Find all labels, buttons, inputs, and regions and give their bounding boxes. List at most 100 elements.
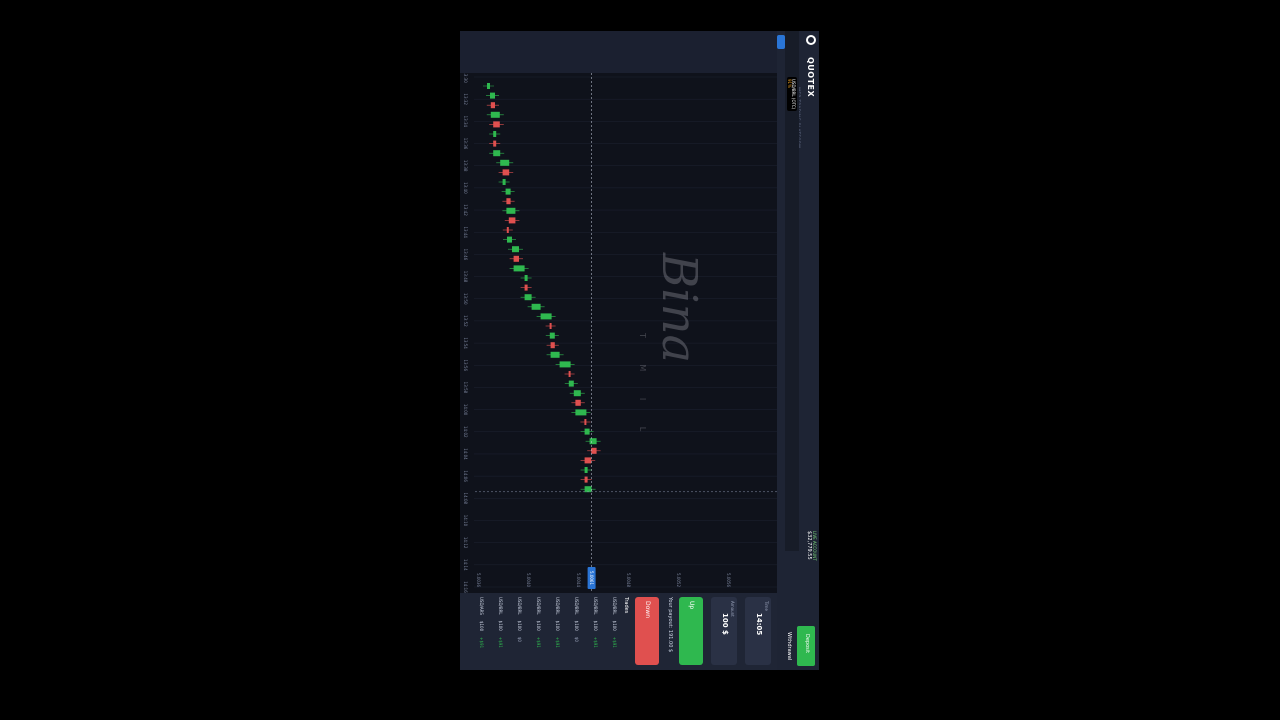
asset-tab[interactable]: USD/BRL (OTC) 91% [787, 77, 797, 111]
candle-body [493, 140, 497, 147]
down-label: Down [644, 601, 651, 619]
trade-row[interactable]: USD/BRL $100 $0 [517, 597, 522, 665]
trade-amount: $100 [574, 620, 579, 631]
candle-body [524, 284, 528, 291]
time-tick-label: 13:38 [463, 160, 468, 172]
time-value: 14:05 [755, 613, 763, 636]
trade-amount: $100 [536, 620, 541, 631]
candle-body [584, 419, 587, 425]
withdrawal-label: Withdrawal [786, 632, 792, 661]
time-tick-label: 13:40 [463, 182, 468, 194]
time-box[interactable]: Time 14:05 [745, 597, 771, 665]
candle-body [493, 121, 500, 128]
candle-body [584, 476, 588, 483]
balance[interactable]: LIVE ACCOUNT $32,779.55 [806, 531, 817, 561]
candle-body [591, 447, 597, 454]
trade-asset: USD/BRL [555, 597, 560, 615]
trade-amount: $100 [555, 620, 560, 631]
candle-body [584, 457, 592, 464]
amount-value: 100 $ [721, 613, 729, 635]
time-tick-label: 13:48 [463, 271, 468, 283]
candle-body [502, 169, 510, 176]
trade-result: $0 [517, 636, 522, 642]
trade-row[interactable]: USD/BRL $100 +$91 [555, 597, 560, 665]
price-chart[interactable]: 13:30 13:32 13:34 13:36 13:38 13:40 13:42 13:44… [460, 73, 777, 593]
amount-box[interactable]: Amount 100 $ [711, 597, 737, 665]
trade-amount: $100 [479, 620, 484, 632]
trade-result: +$91 [593, 636, 598, 648]
time-tick-label: 13:58 [463, 382, 468, 394]
time-tick-label: 14:04 [463, 448, 468, 460]
price-tick-label: 5.0056 [726, 573, 731, 587]
trade-row[interactable]: USD/BRL $100 +$91 [498, 597, 503, 665]
candle-body [550, 342, 555, 349]
time-tick-label: 14:02 [463, 426, 468, 438]
candle-body [493, 131, 497, 137]
candle-body [575, 409, 587, 416]
asset-payout: 91% [787, 79, 792, 88]
candlestick-chart: 13:30 13:32 13:34 13:36 13:38 13:40 13:42 13:44… [463, 73, 777, 593]
trade-result: +$91 [612, 636, 617, 648]
trade-row[interactable]: USD/BRL $100 +$91 [536, 597, 541, 665]
candle-body [524, 294, 532, 301]
quotex-logo-icon [806, 35, 816, 45]
trade-result: +$91 [536, 636, 541, 648]
time-tick-label: 13:56 [463, 359, 468, 371]
trade-result: +$91 [498, 636, 503, 648]
candle-body [584, 467, 588, 473]
time-tick-label: 13:44 [463, 226, 468, 238]
time-tick-label: 13:46 [463, 249, 468, 261]
trade-result: +$91 [555, 636, 560, 648]
candle-body [490, 102, 495, 109]
trade-result: +$91 [479, 637, 484, 649]
candle-body [549, 323, 552, 329]
balance-label: LIVE ACCOUNT [812, 531, 817, 561]
candle-body [584, 486, 592, 493]
trade-row[interactable]: USD/ARS $100 +$91 [479, 597, 484, 665]
trade-amount: $100 [498, 620, 503, 631]
price-tick-label: 5.0040 [526, 573, 531, 587]
time-tick-label: 14:14 [463, 559, 468, 571]
candle-body [524, 275, 528, 281]
candle-body [507, 236, 512, 243]
candle-body [500, 159, 510, 166]
withdrawal-button[interactable]: Withdrawal [781, 626, 795, 666]
time-tick-label: 13:36 [463, 138, 468, 150]
time-tick-label: 13:54 [463, 337, 468, 349]
candle-body [575, 399, 581, 406]
watermark-text: Bina [651, 253, 707, 364]
payout-text: Your payout: 191.00 $ [667, 597, 673, 653]
time-tick-label: 14:06 [463, 470, 468, 482]
time-tick-label: 14:00 [463, 404, 468, 416]
candle-body [513, 255, 519, 262]
trading-app: QUOTEX WEB TRADING PLATFORM LIVE ACCOUNT… [460, 31, 819, 670]
candle-body [512, 246, 519, 253]
candle-body [513, 265, 525, 272]
candle-body [493, 150, 501, 157]
trade-asset: USD/BRL [517, 597, 522, 615]
up-button[interactable]: Up [679, 597, 703, 665]
trade-row[interactable]: USD/BRL $100 $0 [574, 597, 579, 665]
price-tick-label: 5.0048 [626, 573, 631, 587]
candle-body [540, 313, 552, 320]
trades-header[interactable]: Trades [623, 597, 629, 613]
trade-amount: $100 [593, 620, 598, 631]
trade-row[interactable]: USD/BRL $100 +$91 [593, 597, 598, 665]
time-label: Time [764, 601, 769, 611]
trade-row[interactable]: USD/BRL $100 +$91 [612, 597, 617, 665]
time-tick-label: 14:12 [463, 537, 468, 549]
time-tick-label: 13:52 [463, 315, 468, 327]
candle-body [559, 361, 571, 368]
down-button[interactable]: Down [635, 597, 659, 665]
candle-body [589, 438, 597, 445]
time-tick-label: 14:10 [463, 515, 468, 527]
candle-body [531, 303, 541, 310]
candle-body [550, 351, 560, 358]
trade-asset: USD/BRL [498, 597, 503, 615]
trade-amount: $100 [612, 620, 617, 631]
account-icon[interactable] [777, 35, 785, 49]
trade-asset: USD/BRL [612, 597, 617, 615]
deposit-button[interactable]: Deposit [797, 626, 815, 666]
price-tick-label: 5.0036 [476, 573, 481, 587]
deposit-label: Deposit [804, 634, 810, 654]
